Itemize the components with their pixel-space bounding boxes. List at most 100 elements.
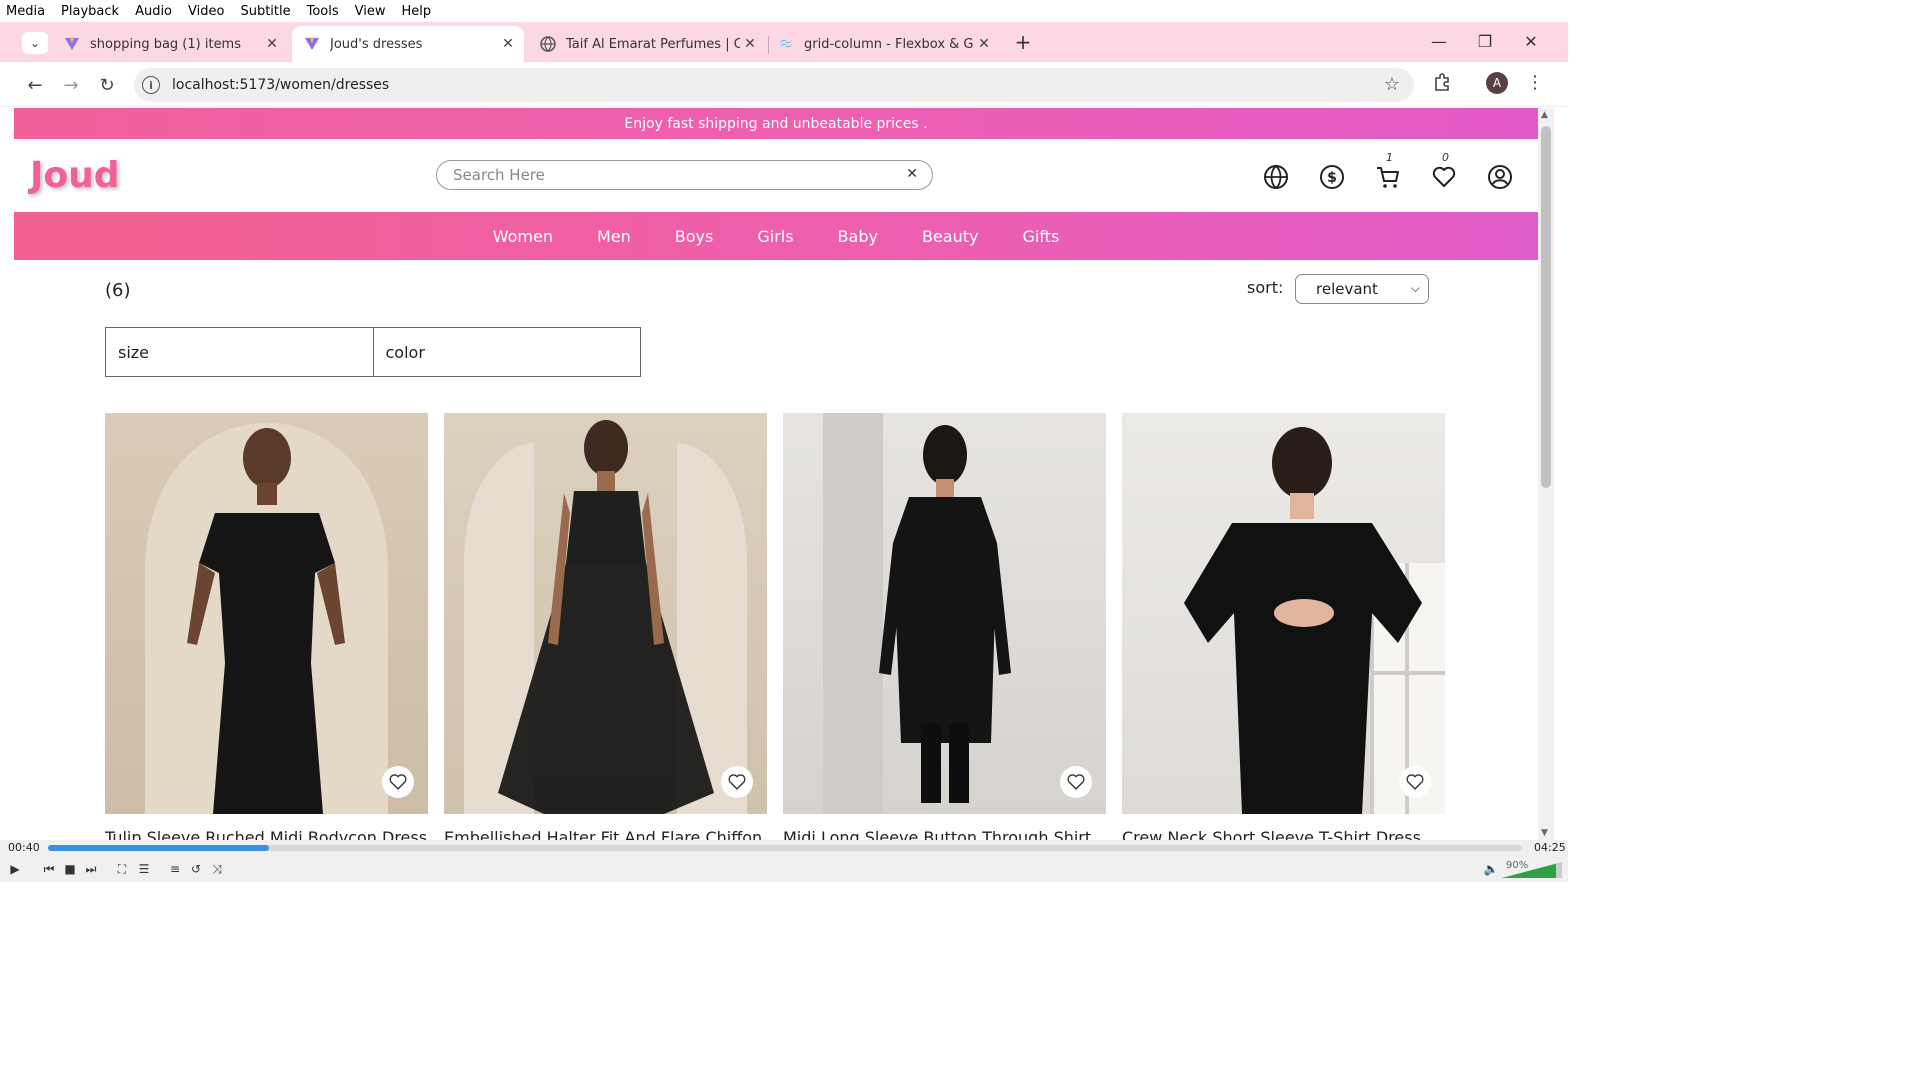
close-icon[interactable]: ✕ xyxy=(974,36,994,52)
close-icon[interactable]: ✕ xyxy=(498,36,518,52)
reload-button[interactable]: ↻ xyxy=(94,72,120,98)
product-title[interactable]: Tulip Sleeve Ruched Midi Bodycon Dress xyxy=(105,828,428,840)
result-count: (6) xyxy=(105,280,131,301)
loop-icon[interactable]: ↺ xyxy=(187,860,205,878)
product-card[interactable]: Embellished Halter Fit And Flare Chiffon xyxy=(444,413,767,840)
nav-women[interactable]: Women xyxy=(493,227,553,246)
site-info-icon[interactable]: i xyxy=(142,76,160,94)
promo-banner: Enjoy fast shipping and unbeatable price… xyxy=(14,108,1538,139)
vlc-menu-bar: Media Playback Audio Video Subtitle Tool… xyxy=(0,0,1568,22)
menu-media[interactable]: Media xyxy=(6,4,45,19)
menu-video[interactable]: Video xyxy=(188,4,224,19)
back-button[interactable]: ← xyxy=(22,72,48,98)
product-card[interactable]: Tulip Sleeve Ruched Midi Bodycon Dress xyxy=(105,413,428,840)
menu-audio[interactable]: Audio xyxy=(135,4,172,19)
account-user-icon[interactable] xyxy=(1486,163,1514,191)
menu-tools[interactable]: Tools xyxy=(307,4,339,19)
product-title[interactable]: Embellished Halter Fit And Flare Chiffon xyxy=(444,828,767,840)
menu-kebab-icon[interactable]: ⋮ xyxy=(1526,72,1544,93)
category-nav: Women Men Boys Girls Baby Beauty Gifts xyxy=(14,212,1538,260)
nav-boys[interactable]: Boys xyxy=(675,227,714,246)
clear-search-icon[interactable]: ✕ xyxy=(906,166,918,182)
nav-beauty[interactable]: Beauty xyxy=(922,227,979,246)
tab-taif-perfumes[interactable]: Taif Al Emarat Perfumes | Contin ✕ xyxy=(528,26,766,62)
sort-select[interactable]: relevant ⌵ xyxy=(1295,274,1429,304)
profile-avatar[interactable]: A xyxy=(1486,72,1508,94)
filter-color[interactable]: color xyxy=(372,328,641,376)
language-globe-icon[interactable] xyxy=(1262,163,1290,191)
tab-joud-dresses[interactable]: Joud's dresses ✕ xyxy=(292,26,524,62)
menu-playback[interactable]: Playback xyxy=(61,4,119,19)
product-card[interactable]: Crew Neck Short Sleeve T-Shirt Dress xyxy=(1122,413,1445,840)
page-scrollbar[interactable]: ▲ ▼ xyxy=(1538,108,1554,840)
wishlist-heart-icon[interactable]: 0 xyxy=(1430,151,1458,191)
tab-strip: ⌄ shopping bag (1) items ✕ Joud's dresse… xyxy=(0,22,1568,62)
playlist-icon[interactable]: ≡ xyxy=(166,860,184,878)
vite-icon xyxy=(304,36,320,52)
play-icon[interactable]: ▶ xyxy=(6,860,24,878)
minimize-button[interactable]: — xyxy=(1416,26,1462,56)
url-text[interactable]: localhost:5173/women/dresses xyxy=(172,77,389,93)
nav-baby[interactable]: Baby xyxy=(838,227,878,246)
restore-button[interactable]: ❐ xyxy=(1462,26,1508,56)
tab-grid-column[interactable]: grid-column - Flexbox & Grid - ✕ xyxy=(766,26,1000,62)
product-title[interactable]: Crew Neck Short Sleeve T-Shirt Dress xyxy=(1122,828,1445,840)
svg-text:$: $ xyxy=(1327,170,1337,186)
tab-search-button[interactable]: ⌄ xyxy=(22,32,48,54)
forward-button[interactable]: → xyxy=(58,72,84,98)
close-icon[interactable]: ✕ xyxy=(262,36,282,52)
shuffle-icon[interactable]: ⤨ xyxy=(208,860,226,878)
browser-toolbar: ← → ↻ i localhost:5173/women/dresses ☆ A… xyxy=(0,62,1568,107)
stop-icon[interactable]: ■ xyxy=(61,860,79,878)
nav-gifts[interactable]: Gifts xyxy=(1022,227,1059,246)
globe-icon xyxy=(540,36,556,52)
tab-shopping-bag[interactable]: shopping bag (1) items ✕ xyxy=(52,26,288,62)
chevron-down-icon: ⌵ xyxy=(1410,281,1420,295)
scroll-up-icon[interactable]: ▲ xyxy=(1541,110,1548,120)
search-input[interactable] xyxy=(453,166,873,184)
nav-girls[interactable]: Girls xyxy=(757,227,793,246)
vlc-controls: 00:40 04:25 ▶ ⏮ ■ ⏭ ⛶ ☰ ≡ ↺ ⤨ 🔈 90% xyxy=(0,840,1568,882)
seek-bar[interactable] xyxy=(48,845,1522,851)
product-image[interactable] xyxy=(444,413,767,814)
volume-speaker-icon[interactable]: 🔈 xyxy=(1482,860,1500,878)
add-to-wishlist-button[interactable] xyxy=(721,766,753,798)
tab-label: shopping bag (1) items xyxy=(90,36,241,52)
extensions-icon[interactable] xyxy=(1432,72,1452,97)
site-logo[interactable]: Joud xyxy=(30,155,120,196)
product-card[interactable]: Midi Long Sleeve Button Through Shirt xyxy=(783,413,1106,840)
filter-bar: size color xyxy=(105,327,641,377)
cart-icon[interactable]: 1 xyxy=(1374,151,1402,191)
add-to-wishlist-button[interactable] xyxy=(1060,766,1092,798)
close-window-button[interactable]: ✕ xyxy=(1508,26,1554,56)
nav-men[interactable]: Men xyxy=(597,227,631,246)
menu-view[interactable]: View xyxy=(355,4,386,19)
filter-size[interactable]: size xyxy=(106,328,373,376)
product-image[interactable] xyxy=(1122,413,1445,814)
address-bar[interactable]: i localhost:5173/women/dresses ☆ xyxy=(134,68,1414,102)
scroll-down-icon[interactable]: ▼ xyxy=(1541,828,1548,838)
next-icon[interactable]: ⏭ xyxy=(82,860,100,878)
close-icon[interactable]: ✕ xyxy=(740,36,760,52)
tab-label: grid-column - Flexbox & Grid - xyxy=(804,36,974,52)
scrollbar-thumb[interactable] xyxy=(1541,126,1551,488)
heart-icon xyxy=(1067,774,1085,790)
extended-settings-icon[interactable]: ☰ xyxy=(135,860,153,878)
currency-dollar-icon[interactable]: $ xyxy=(1318,163,1346,191)
menu-help[interactable]: Help xyxy=(402,4,432,19)
menu-subtitle[interactable]: Subtitle xyxy=(240,4,290,19)
add-to-wishlist-button[interactable] xyxy=(382,766,414,798)
promo-text: Enjoy fast shipping and unbeatable price… xyxy=(624,115,928,132)
add-to-wishlist-button[interactable] xyxy=(1399,766,1431,798)
fullscreen-icon[interactable]: ⛶ xyxy=(113,860,131,878)
product-image[interactable] xyxy=(783,413,1106,814)
product-image[interactable] xyxy=(105,413,428,814)
new-tab-button[interactable]: + xyxy=(1012,30,1034,54)
vite-icon xyxy=(64,36,80,52)
heart-icon xyxy=(1406,774,1424,790)
heart-icon xyxy=(389,774,407,790)
bookmark-star-icon[interactable]: ☆ xyxy=(1384,74,1400,95)
product-title[interactable]: Midi Long Sleeve Button Through Shirt xyxy=(783,828,1106,840)
site-header: Joud ✕ $ 1 0 xyxy=(14,139,1538,212)
previous-icon[interactable]: ⏮ xyxy=(40,860,58,878)
